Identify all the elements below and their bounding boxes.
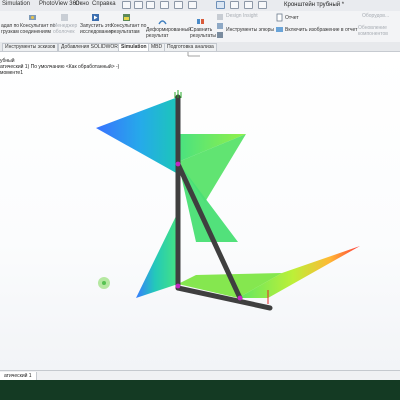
results-advisor-icon	[123, 14, 130, 21]
connections-advisor-icon	[29, 15, 36, 20]
command-manager-tabs: Инструменты эскизов Добавления SOLIDWORK…	[0, 42, 400, 52]
joint-node	[237, 295, 243, 301]
design-insight-button[interactable]: Design Insight	[226, 13, 258, 19]
os-taskbar	[0, 380, 400, 400]
cursor-dot-icon	[102, 281, 106, 285]
shell-manager-button[interactable]: Менеджер оболочек	[53, 23, 77, 35]
view-triad[interactable]	[187, 52, 200, 57]
compare-results-icon	[197, 19, 204, 24]
options-gear-icon[interactable]	[258, 1, 267, 9]
moment-fill-top	[96, 97, 178, 174]
menu-window[interactable]: Окно	[75, 1, 89, 7]
report-icon	[276, 13, 283, 22]
joint-node	[175, 161, 181, 167]
include-image-in-report-button[interactable]: Включить изображение в отчет	[285, 27, 357, 33]
document-title: Кронштейн трубный *	[284, 2, 345, 8]
study-tab[interactable]: атический 1	[0, 372, 37, 380]
equipment-button[interactable]: Оборудов...	[362, 13, 389, 19]
run-study-icon	[92, 14, 99, 21]
shell-manager-icon	[61, 14, 68, 21]
menu-help[interactable]: Справка	[92, 1, 116, 7]
home-icon[interactable]	[122, 1, 131, 9]
rebuild-icon[interactable]	[230, 1, 239, 9]
save-icon[interactable]	[160, 1, 169, 9]
tab-sketch-tools[interactable]: Инструменты эскизов	[2, 43, 59, 51]
moment-fill-left	[136, 212, 178, 298]
graphics-viewport[interactable]: убный атический 1) По умолчанию <Как обр…	[0, 52, 400, 370]
design-insight-icons	[217, 14, 223, 38]
results-advisor-button[interactable]: Консультант по результатам	[111, 23, 146, 35]
print-icon[interactable]	[174, 1, 183, 9]
open-folder-icon[interactable]	[146, 1, 155, 9]
undo-icon[interactable]	[188, 1, 197, 9]
moment-fill-bottom-right	[238, 246, 360, 298]
deformed-result-icon	[158, 20, 167, 25]
tab-analysis-preparation[interactable]: Подготовка анализа	[164, 43, 217, 51]
menu-simulation[interactable]: Simulation	[2, 1, 30, 7]
file-properties-icon[interactable]	[244, 1, 253, 9]
menu-photoview[interactable]: PhotoView 360	[39, 1, 79, 7]
new-document-icon[interactable]	[134, 1, 143, 9]
loads-advisor-button[interactable]: адап по грузкам	[1, 23, 19, 35]
model-render	[96, 52, 360, 311]
select-arrow-icon[interactable]	[216, 1, 225, 9]
command-manager-ribbon: адап по грузкам Консультант по соединениям…	[0, 11, 400, 43]
compare-results-button[interactable]: Сравнить результаты	[190, 27, 216, 39]
joint-node	[175, 283, 181, 289]
tab-mbd[interactable]: MBD	[148, 43, 166, 51]
deformed-result-button[interactable]: Деформированный результат	[146, 27, 191, 39]
include-image-icon	[276, 27, 283, 32]
report-button[interactable]: Отчет	[285, 15, 299, 21]
tab-simulation[interactable]: Simulation	[118, 43, 150, 51]
run-study-button[interactable]: Запустить это исследование	[80, 23, 113, 35]
plot-tools-button[interactable]: Инструменты эпюры	[226, 27, 274, 33]
update-components-button[interactable]: Обновление компонентов	[358, 25, 388, 37]
connections-advisor-button[interactable]: Консультант по соединениям	[20, 23, 55, 35]
